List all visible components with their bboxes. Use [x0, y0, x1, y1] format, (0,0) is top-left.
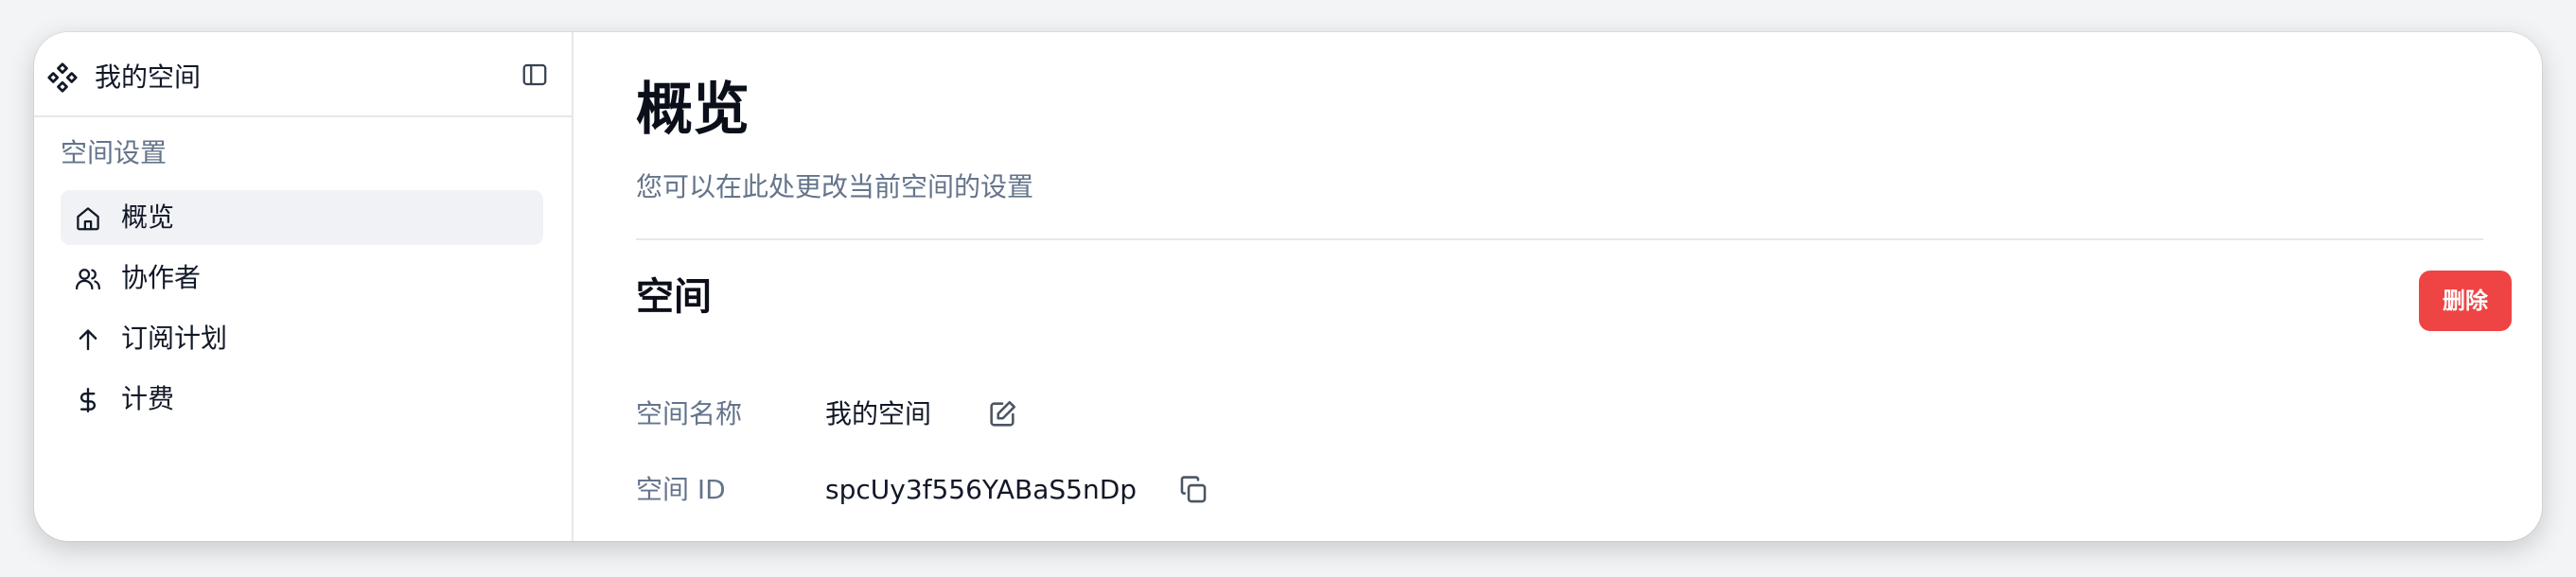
sidebar-item-billing[interactable]: 计费	[61, 372, 543, 427]
settings-window: 我的空间 空间设置 概览 协作者 订阅计划 计费 概览 您可以在此处更改当前空间…	[34, 32, 2542, 541]
field-label-name: 空间名称	[636, 398, 743, 429]
sidebar-item-label: 计费	[121, 383, 175, 414]
users-icon	[76, 269, 100, 290]
dollar-icon	[79, 387, 97, 413]
sidebar-item-label: 概览	[121, 201, 175, 233]
sidebar: 我的空间 空间设置 概览 协作者 订阅计划 计费	[34, 32, 573, 541]
sidebar-section-title: 空间设置	[61, 137, 168, 168]
page-title: 概览	[636, 77, 750, 143]
sidebar-header: 我的空间	[34, 32, 572, 117]
workspace-name[interactable]: 我的空间	[95, 59, 201, 96]
field-label-id: 空间 ID	[636, 474, 726, 505]
main-content: 概览 您可以在此处更改当前空间的设置 空间 删除 空间名称 我的空间 空间 ID…	[573, 32, 2542, 541]
arrow-up-icon	[79, 329, 97, 351]
sidebar-item-collaborators[interactable]: 协作者	[61, 251, 543, 306]
delete-button[interactable]: 删除	[2419, 271, 2512, 331]
section-heading: 空间	[636, 275, 712, 319]
sidebar-item-label: 协作者	[121, 262, 202, 293]
sidebar-item-overview[interactable]: 概览	[61, 190, 543, 245]
workspace-name-value: 我的空间	[825, 398, 932, 429]
sidebar-toggle-icon[interactable]	[520, 61, 549, 89]
divider	[636, 238, 2483, 240]
sidebar-item-label: 订阅计划	[121, 323, 228, 354]
sidebar-item-subscription[interactable]: 订阅计划	[61, 311, 543, 366]
page-subtitle: 您可以在此处更改当前空间的设置	[636, 171, 1034, 202]
copy-icon[interactable]	[1177, 474, 1209, 506]
edit-icon[interactable]	[986, 398, 1018, 430]
workspace-id-value: spcUy3f556YABaS5nDp	[825, 474, 1138, 505]
workspace-grid-icon	[47, 62, 78, 93]
home-icon	[77, 207, 99, 231]
